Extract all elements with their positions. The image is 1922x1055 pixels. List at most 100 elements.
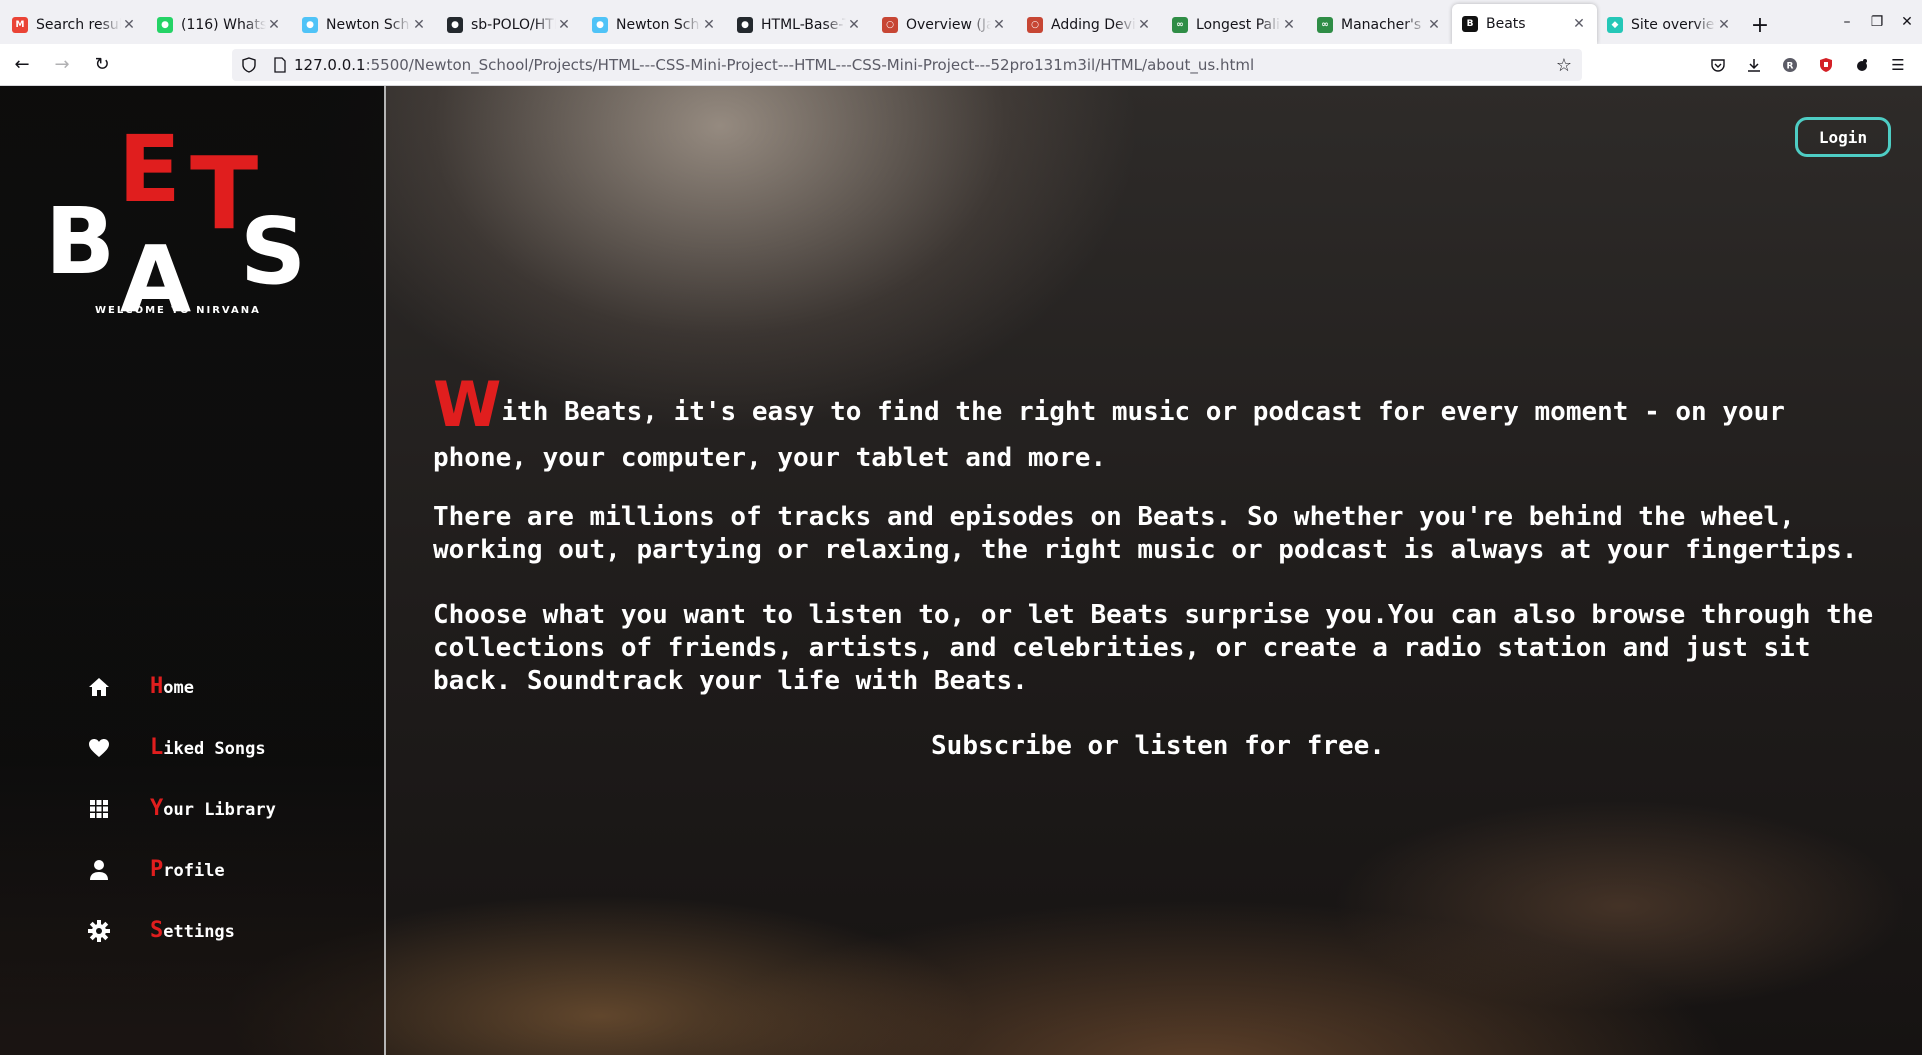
logo-tagline: WELCOME TO NIRVANA (95, 305, 261, 316)
tab-close-icon[interactable]: ✕ (411, 17, 427, 33)
home-icon (86, 674, 112, 700)
address-bar[interactable]: 127.0.0.1:5500/Newton_School/Projects/HT… (232, 49, 1582, 81)
url-host: 127.0.0.1 (294, 56, 366, 74)
tab-close-icon[interactable]: ✕ (1716, 17, 1732, 33)
newton-icon: ● (592, 17, 608, 33)
browser-tab[interactable]: M Search results✕ (2, 6, 147, 44)
logo-letter-b: B (45, 188, 116, 295)
browser-tab[interactable]: ◆ Site overview✕ (1597, 6, 1742, 44)
pocket-icon[interactable] (1702, 49, 1734, 81)
tab-close-icon[interactable]: ✕ (1136, 17, 1152, 33)
browser-tab[interactable]: ● HTML-Base-T ✕ (727, 6, 872, 44)
app-menu-icon[interactable]: ☰ (1882, 49, 1914, 81)
browser-tab[interactable]: ○ Overview (Ja ✕ (872, 6, 1017, 44)
gear-icon (86, 918, 112, 944)
tab-title: Longest Palin (1196, 17, 1281, 33)
browser-tab[interactable]: B Beats ✕ (1452, 4, 1597, 44)
close-window-icon[interactable]: ✕ (1892, 0, 1922, 44)
grid-icon (86, 796, 112, 822)
about-content: With Beats, it's easy to find the right … (433, 374, 1883, 795)
account-avatar-icon[interactable]: R (1774, 49, 1806, 81)
tracking-shield-icon[interactable] (232, 57, 266, 73)
user-icon (86, 857, 112, 883)
sidebar-item-label: Your Library (150, 796, 276, 821)
tab-title: Beats (1486, 16, 1526, 32)
features-paragraph: There are millions of tracks and episode… (433, 502, 1858, 565)
restore-icon[interactable]: ❐ (1862, 0, 1892, 44)
extension-icon[interactable] (1846, 49, 1878, 81)
netlify-icon: ◆ (1607, 17, 1623, 33)
logo-letter-e: E (118, 116, 181, 223)
downloads-icon[interactable] (1738, 49, 1770, 81)
back-button[interactable]: ← (4, 49, 40, 81)
gfg-icon: ∞ (1172, 17, 1188, 33)
new-tab-button[interactable]: + (1742, 6, 1778, 44)
tab-close-icon[interactable]: ✕ (1426, 17, 1442, 33)
oracle-icon: ○ (882, 17, 898, 33)
tab-title: (116) WhatsApp (181, 17, 266, 33)
browser-tab[interactable]: ● (116) WhatsApp✕ (147, 6, 292, 44)
page-viewport: B E A T S WELCOME TO NIRVANA Home Liked … (0, 86, 1922, 1055)
tab-close-icon[interactable]: ✕ (266, 17, 282, 33)
forward-button[interactable]: → (44, 49, 80, 81)
logo-letter-s: S (240, 198, 307, 305)
sidebar-item-label: Settings (150, 918, 235, 943)
intro-paragraph: With Beats, it's easy to find the right … (433, 368, 1785, 474)
window-controls: – ❐ ✕ (1832, 0, 1922, 44)
tab-close-icon[interactable]: ✕ (121, 17, 137, 33)
svg-text:R: R (1787, 62, 1794, 72)
tab-close-icon[interactable]: ✕ (846, 17, 862, 33)
heart-icon (86, 735, 112, 761)
newton-icon: ● (302, 17, 318, 33)
sidebar-item-home[interactable]: Home (86, 656, 276, 717)
oracle-icon: ○ (1027, 17, 1043, 33)
sidebar-item-label: Home (150, 674, 194, 699)
tab-title: Manacher's A (1341, 17, 1426, 33)
browser-tab[interactable]: ● Newton School✕ (292, 6, 437, 44)
sidebar-menu: Home Liked Songs Your Library Profile Se… (86, 656, 276, 961)
beats-logo[interactable]: B E A T S (40, 124, 320, 354)
tab-title: sb-POLO/HTML (471, 17, 556, 33)
sidebar-item-your-library[interactable]: Your Library (86, 778, 276, 839)
tab-close-icon[interactable]: ✕ (991, 17, 1007, 33)
url-path: :5500/Newton_School/Projects/HTML---CSS-… (365, 56, 1255, 74)
tab-title: Newton School (616, 17, 701, 33)
drop-cap: W (433, 368, 502, 441)
tab-title: Adding Devic (1051, 17, 1136, 33)
toolbar-actions: R ☰ (1702, 49, 1914, 81)
browser-tab[interactable]: ∞ Longest Palin ✕ (1162, 6, 1307, 44)
tab-close-icon[interactable]: ✕ (701, 17, 717, 33)
tab-title: Newton School (326, 17, 411, 33)
tab-title: Search results (36, 17, 121, 33)
tab-list: MSearch results✕●(116) WhatsApp✕●Newton … (0, 0, 1742, 44)
ublock-extension-icon[interactable] (1810, 49, 1842, 81)
tab-title: HTML-Base-T (761, 17, 846, 33)
sidebar-item-profile[interactable]: Profile (86, 839, 276, 900)
reload-button[interactable]: ↻ (84, 49, 120, 81)
browser-tab[interactable]: ● Newton School✕ (582, 6, 727, 44)
sidebar-item-label: Profile (150, 857, 225, 882)
tab-close-icon[interactable]: ✕ (1281, 17, 1297, 33)
minimize-icon[interactable]: – (1832, 0, 1862, 44)
gfg-icon: ∞ (1317, 17, 1333, 33)
github-icon: ● (737, 17, 753, 33)
bookmark-star-icon[interactable]: ☆ (1556, 55, 1572, 76)
sidebar-item-settings[interactable]: Settings (86, 900, 276, 961)
sidebar: B E A T S WELCOME TO NIRVANA Home Liked … (0, 86, 386, 1055)
tab-close-icon[interactable]: ✕ (556, 17, 572, 33)
subscribe-tagline: Subscribe or listen for free. (931, 731, 1385, 761)
whatsapp-icon: ● (157, 17, 173, 33)
navigation-toolbar: ← → ↻ 127.0.0.1:5500/Newton_School/Proje… (0, 44, 1922, 86)
gmail-icon: M (12, 17, 28, 33)
tab-title: Overview (Ja (906, 17, 991, 33)
browser-tab[interactable]: ○ Adding Devic ✕ (1017, 6, 1162, 44)
sidebar-item-liked-songs[interactable]: Liked Songs (86, 717, 276, 778)
github-icon: ● (447, 17, 463, 33)
tab-title: Site overview (1631, 17, 1716, 33)
browser-tab[interactable]: ● sb-POLO/HTML✕ (437, 6, 582, 44)
tab-close-icon[interactable]: ✕ (1571, 16, 1587, 32)
login-button[interactable]: Login (1795, 117, 1891, 157)
sidebar-item-label: Liked Songs (150, 735, 266, 760)
tab-strip: MSearch results✕●(116) WhatsApp✕●Newton … (0, 0, 1922, 44)
browser-tab[interactable]: ∞ Manacher's A ✕ (1307, 6, 1452, 44)
